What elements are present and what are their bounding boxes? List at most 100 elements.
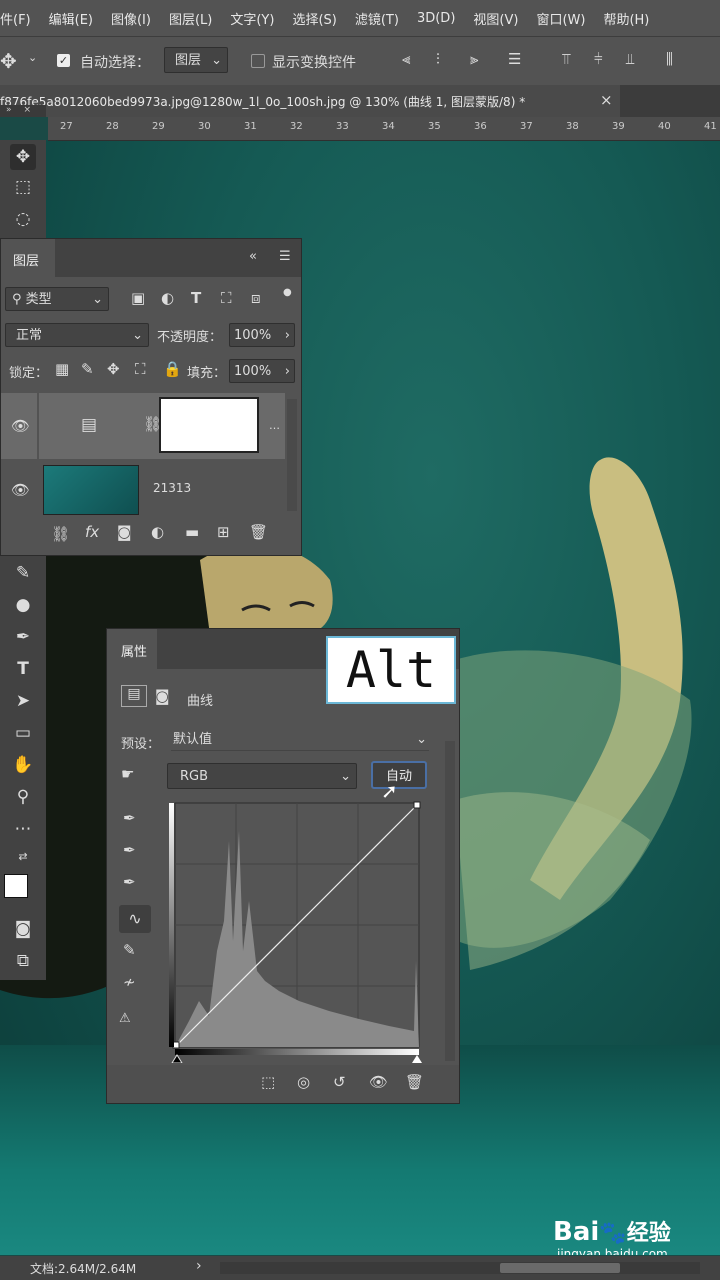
clip-to-layer-icon[interactable]: ⬚ bbox=[261, 1073, 275, 1091]
visibility-eye-icon[interactable]: 👁 bbox=[11, 481, 30, 499]
layer-filter-dropdown[interactable]: ⚲ 类型 ⌄ bbox=[5, 287, 109, 311]
lock-image-icon[interactable]: ✎ bbox=[81, 360, 94, 378]
lock-position-icon[interactable]: ✥ bbox=[107, 360, 120, 378]
lock-all-icon[interactable]: 🔒 bbox=[163, 360, 182, 378]
menu-help[interactable]: 帮助(H) bbox=[603, 9, 649, 28]
filter-adjustment-icon[interactable]: ◐ bbox=[161, 289, 174, 307]
screen-mode-icon[interactable]: ⧉ bbox=[10, 948, 36, 974]
clipping-warning-icon[interactable]: ⚠ bbox=[119, 1011, 131, 1026]
filter-toggle-icon[interactable]: ● bbox=[283, 287, 292, 298]
menu-image[interactable]: 图像(I) bbox=[111, 9, 151, 28]
properties-scrollbar[interactable] bbox=[445, 741, 455, 1061]
quick-mask-icon[interactable]: ◙ bbox=[10, 916, 36, 942]
curves-graph[interactable] bbox=[169, 801, 423, 1063]
hand-tool-icon[interactable]: ✋ bbox=[10, 752, 36, 778]
layer-name[interactable]: 21313 bbox=[153, 481, 191, 495]
layers-scrollbar[interactable] bbox=[287, 399, 297, 511]
menu-filter[interactable]: 滤镜(T) bbox=[355, 9, 399, 28]
menu-edit[interactable]: 编辑(E) bbox=[49, 9, 93, 28]
layer-row-image[interactable]: 👁 21313 bbox=[1, 461, 285, 517]
layer-mask-thumbnail[interactable] bbox=[159, 397, 259, 453]
menu-type[interactable]: 文字(Y) bbox=[230, 9, 274, 28]
align-bottom-icon[interactable]: ⫫ bbox=[626, 50, 634, 68]
toolbar-collapse[interactable]: » × bbox=[0, 105, 46, 117]
filter-smartobject-icon[interactable]: ⧈ bbox=[251, 289, 261, 307]
scrollbar-thumb[interactable] bbox=[500, 1263, 620, 1273]
layer-row-curves[interactable]: 👁 ▤ ⛓ … bbox=[1, 393, 285, 459]
document-tab[interactable]: f876fe5a8012060bed9973a.jpg@1280w_1l_0o_… bbox=[0, 85, 620, 117]
fill-input[interactable]: 100% › bbox=[229, 359, 295, 383]
lasso-tool-icon[interactable]: ◌ bbox=[10, 206, 36, 232]
new-adjustment-icon[interactable]: ◐ bbox=[151, 523, 164, 541]
pencil-icon[interactable]: ✎ bbox=[123, 941, 136, 959]
align-top-icon[interactable]: ⫪ bbox=[562, 50, 570, 68]
smooth-icon[interactable]: ≁ bbox=[123, 973, 136, 991]
reset-icon[interactable]: ↺ bbox=[333, 1073, 346, 1091]
black-point-eyedropper-icon[interactable]: ✒ bbox=[123, 809, 136, 827]
zoom-tool-icon[interactable]: ⚲ bbox=[10, 784, 36, 810]
ruler-tick: 39 bbox=[612, 121, 625, 132]
align-hcenter-icon[interactable]: ⫶ bbox=[436, 50, 440, 68]
panel-menu-icon[interactable]: ☰ bbox=[279, 249, 291, 264]
burn-tool-icon[interactable]: ● bbox=[10, 592, 36, 618]
horizontal-scrollbar[interactable] bbox=[220, 1262, 700, 1274]
preset-dropdown[interactable]: 默认值 ⌄ bbox=[171, 729, 429, 751]
chevron-down-icon[interactable]: ⌄ bbox=[28, 51, 37, 64]
menu-3d[interactable]: 3D(D) bbox=[417, 11, 455, 26]
lock-transparent-icon[interactable]: ▦ bbox=[55, 360, 69, 378]
pen-tool-icon[interactable]: ✒ bbox=[10, 624, 36, 650]
fill-value: 100% bbox=[234, 364, 272, 379]
delete-adjustment-icon[interactable]: 🗑 bbox=[405, 1073, 424, 1091]
status-arrow-icon[interactable]: › bbox=[196, 1258, 202, 1274]
link-layers-icon[interactable]: ⛓ bbox=[51, 525, 70, 543]
align-right-icon[interactable]: ⫸ bbox=[470, 50, 478, 68]
visibility-eye-icon[interactable]: 👁 bbox=[11, 417, 30, 435]
gray-point-eyedropper-icon[interactable]: ✒ bbox=[123, 841, 136, 859]
add-mask-icon[interactable]: ◙ bbox=[117, 523, 132, 541]
layer-image-thumbnail bbox=[43, 465, 139, 515]
filter-pixel-icon[interactable]: ▣ bbox=[131, 289, 145, 307]
menu-view[interactable]: 视图(V) bbox=[473, 9, 518, 28]
channel-dropdown[interactable]: RGB ⌄ bbox=[167, 763, 357, 789]
auto-button[interactable]: 自动 bbox=[371, 761, 427, 789]
distribute-icon[interactable]: ☰ bbox=[508, 50, 521, 68]
type-tool-icon[interactable]: T bbox=[10, 656, 36, 682]
align-left-icon[interactable]: ⫷ bbox=[402, 50, 410, 68]
collapse-panel-icon[interactable]: « bbox=[249, 249, 257, 264]
rectangle-tool-icon[interactable]: ▭ bbox=[10, 720, 36, 746]
move-tool-icon[interactable]: ✥ bbox=[10, 144, 36, 170]
visibility-eye-icon[interactable]: 👁 bbox=[369, 1073, 388, 1091]
lock-artboard-icon[interactable]: ⛶ bbox=[135, 360, 146, 378]
new-layer-icon[interactable]: ⊞ bbox=[217, 523, 230, 541]
distribute-vertical-icon[interactable]: ⫼ bbox=[666, 50, 673, 68]
mask-icon[interactable]: ◙ bbox=[155, 687, 170, 705]
auto-select-checkbox[interactable]: ✓ bbox=[57, 54, 70, 67]
align-vcenter-icon[interactable]: ⫩ bbox=[594, 50, 603, 68]
move-tool-icon[interactable]: ✥ bbox=[0, 49, 17, 73]
on-image-adjust-icon[interactable]: ☛ bbox=[121, 765, 134, 783]
path-select-icon[interactable]: ➤ bbox=[10, 688, 36, 714]
foreground-color-swatch[interactable] bbox=[4, 874, 28, 898]
show-transform-checkbox[interactable] bbox=[251, 54, 265, 68]
marquee-tool-icon[interactable]: ⬚ bbox=[10, 174, 36, 200]
close-tab-icon[interactable]: × bbox=[600, 91, 613, 109]
swap-colors-icon[interactable]: ⇄ bbox=[10, 844, 36, 870]
menu-layer[interactable]: 图层(L) bbox=[169, 9, 212, 28]
delete-layer-icon[interactable]: 🗑 bbox=[249, 523, 268, 541]
filter-type-icon[interactable]: T bbox=[191, 289, 201, 307]
white-point-eyedropper-icon[interactable]: ✒ bbox=[123, 873, 136, 891]
opacity-input[interactable]: 100% › bbox=[229, 323, 295, 347]
new-group-icon[interactable]: ▬ bbox=[185, 523, 199, 541]
curve-point-tool-icon[interactable]: ∿ bbox=[119, 905, 151, 933]
view-previous-icon[interactable]: ◎ bbox=[297, 1073, 310, 1091]
blend-mode-dropdown[interactable]: 正常 ⌄ bbox=[5, 323, 149, 347]
auto-select-dropdown[interactable]: 图层 ⌄ bbox=[164, 47, 228, 73]
menu-file[interactable]: 件(F) bbox=[0, 9, 31, 28]
menu-select[interactable]: 选择(S) bbox=[292, 9, 336, 28]
history-brush-icon[interactable]: ✎ bbox=[10, 560, 36, 586]
curves-adjustment-icon[interactable]: ▤ bbox=[121, 685, 147, 707]
filter-shape-icon[interactable]: ⛶ bbox=[221, 289, 232, 307]
menu-window[interactable]: 窗口(W) bbox=[536, 9, 585, 28]
fx-icon[interactable]: fx bbox=[85, 523, 99, 541]
more-tools-icon[interactable]: ⋯ bbox=[10, 816, 36, 842]
